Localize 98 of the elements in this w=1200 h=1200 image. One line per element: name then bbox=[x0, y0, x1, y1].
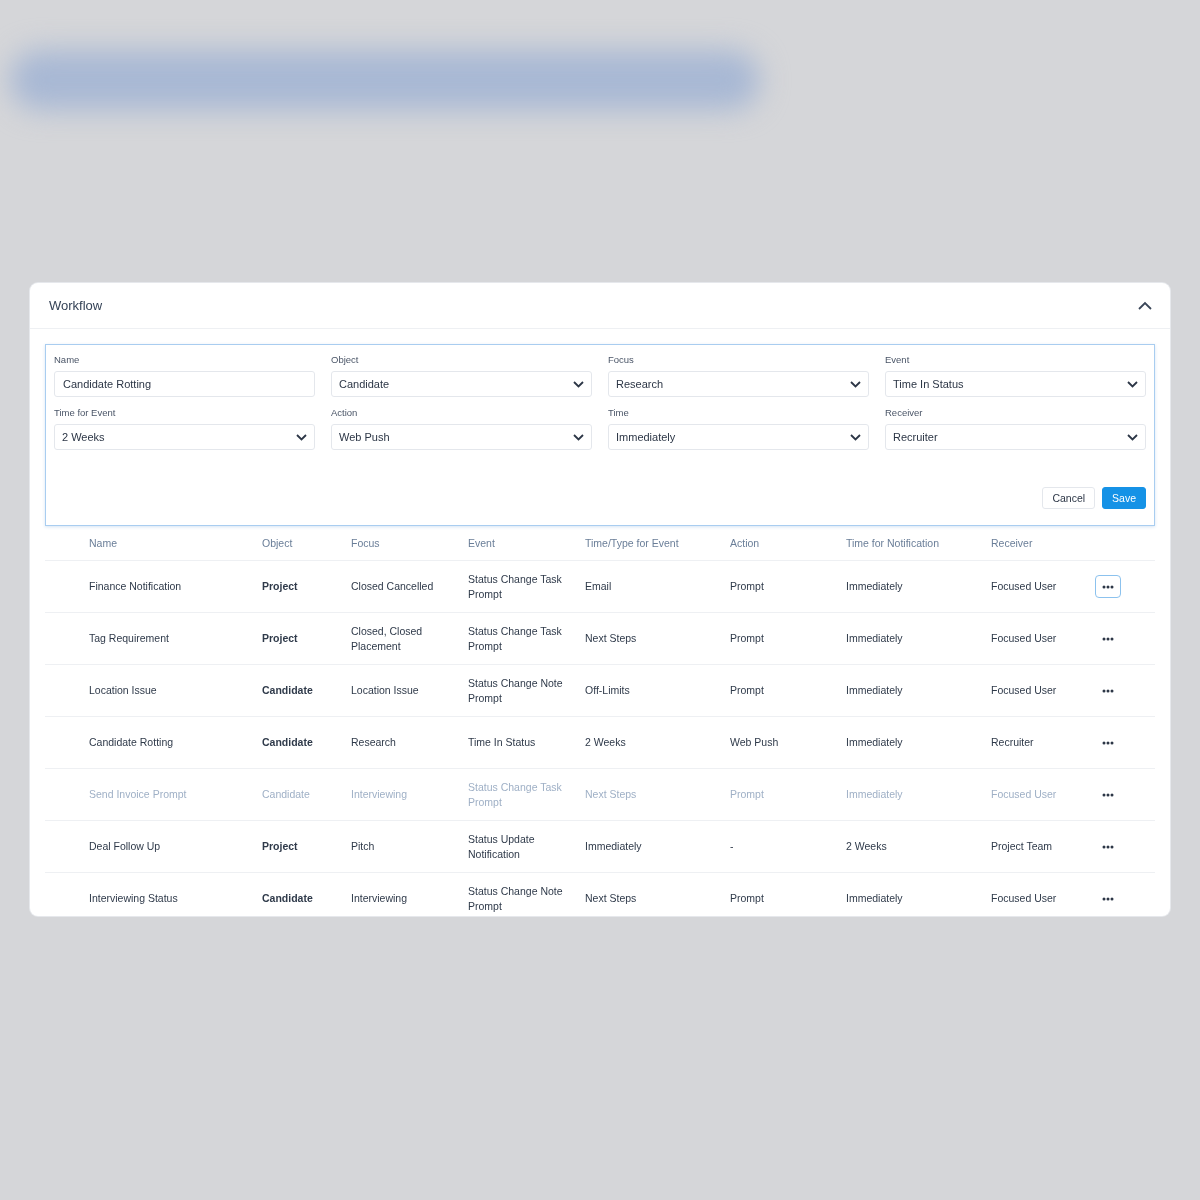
field-label: Time bbox=[608, 407, 630, 418]
select-field[interactable]: 2 Weeks bbox=[54, 424, 315, 450]
table-cell-text: Next Steps bbox=[585, 631, 638, 646]
table-cell-text: Project bbox=[262, 631, 299, 646]
field-label: Object bbox=[331, 354, 360, 365]
table-cell-text: Closed, Closed Placement bbox=[351, 623, 424, 654]
chevron-down-icon bbox=[850, 433, 861, 441]
table-cell-text: Location Issue bbox=[89, 683, 158, 698]
column-header: Event bbox=[468, 537, 496, 549]
chevron-down-icon bbox=[1127, 380, 1138, 388]
table-cell-text: Interviewing bbox=[351, 787, 409, 802]
table-cell-text: Interviewing bbox=[351, 891, 409, 906]
table-cell-text: Finance Notification bbox=[89, 579, 183, 594]
table-cell-text: Prompt bbox=[730, 891, 765, 906]
input-field[interactable]: Candidate Rotting bbox=[54, 371, 315, 397]
table-cell-text: Focused User bbox=[991, 891, 1058, 906]
table-cell-text: Status Change Task Prompt bbox=[468, 571, 563, 602]
table-cell-text: Project Team bbox=[991, 839, 1054, 854]
select-field[interactable]: Time In Status bbox=[885, 371, 1146, 397]
table-cell-text: Email bbox=[585, 579, 613, 594]
field-label: Time for Event bbox=[54, 407, 117, 418]
table-cell-text: Focused User bbox=[991, 787, 1058, 802]
more-dots-icon bbox=[1102, 636, 1114, 641]
table-cell-text: 2 Weeks bbox=[846, 839, 888, 854]
table-cell-text: Project bbox=[262, 839, 299, 854]
table-cell-text: - bbox=[730, 839, 735, 854]
table-cell-text: Prompt bbox=[730, 579, 765, 594]
table-cell-text: Tag Requirement bbox=[89, 631, 170, 646]
table-cell-text: Immediately bbox=[585, 839, 643, 854]
table-cell-text: Immediately bbox=[846, 683, 904, 698]
table-cell-text: Next Steps bbox=[585, 787, 638, 802]
chevron-down-icon bbox=[1127, 433, 1138, 441]
collapse-chevron-icon[interactable] bbox=[1138, 301, 1152, 310]
table-cell-text: Prompt bbox=[730, 683, 765, 698]
table-cell-text: Focused User bbox=[991, 683, 1058, 698]
more-dots-icon bbox=[1102, 688, 1114, 693]
field-label: Focus bbox=[608, 354, 635, 365]
more-options-button[interactable] bbox=[1095, 575, 1121, 598]
table-cell-text: Prompt bbox=[730, 787, 765, 802]
table-cell-text: Prompt bbox=[730, 631, 765, 646]
field-label: Event bbox=[885, 354, 911, 365]
table-cell-text: Interviewing Status bbox=[89, 891, 179, 906]
field-label: Receiver bbox=[885, 407, 924, 418]
table-cell-text: Deal Follow Up bbox=[89, 839, 162, 854]
chevron-down-icon bbox=[850, 380, 861, 388]
select-field[interactable]: Web Push bbox=[331, 424, 592, 450]
column-header: Receiver bbox=[991, 537, 1034, 549]
table-cell-text: Pitch bbox=[351, 839, 376, 854]
table-cell-text: Location Issue bbox=[351, 683, 420, 698]
table-cell-text: Web Push bbox=[730, 735, 780, 750]
more-dots-icon bbox=[1102, 844, 1114, 849]
table-cell-text: Candidate bbox=[262, 787, 311, 802]
table-cell-text: Research bbox=[351, 735, 397, 750]
table-cell-text: Send Invoice Prompt bbox=[89, 787, 188, 802]
more-dots-icon bbox=[1102, 896, 1114, 901]
table-cell-text: Status Change Task Prompt bbox=[468, 779, 563, 810]
table-cell-text: Status Change Note Prompt bbox=[468, 675, 564, 706]
more-dots-icon bbox=[1102, 740, 1114, 745]
table-cell-text: Next Steps bbox=[585, 891, 638, 906]
select-field[interactable]: Candidate bbox=[331, 371, 592, 397]
column-header: Object bbox=[262, 537, 294, 549]
column-header: Focus bbox=[351, 537, 381, 549]
table-cell-text: Recruiter bbox=[991, 735, 1035, 750]
table-cell-text: Immediately bbox=[846, 787, 904, 802]
column-header: Action bbox=[730, 537, 761, 549]
table-cell-text: Focused User bbox=[991, 631, 1058, 646]
chevron-down-icon bbox=[573, 433, 584, 441]
table-cell-text: Closed Cancelled bbox=[351, 579, 435, 594]
table-cell-text: Time In Status bbox=[468, 735, 537, 750]
table-cell-text: Status Change Note Prompt bbox=[468, 883, 564, 914]
panel-title: Workflow bbox=[49, 298, 103, 313]
table-cell-text: Status Change Task Prompt bbox=[468, 623, 563, 654]
field-label: Name bbox=[54, 354, 81, 365]
select-field[interactable]: Recruiter bbox=[885, 424, 1146, 450]
table-cell-text: Off-Limits bbox=[585, 683, 631, 698]
table-cell-text: Status Update Notification bbox=[468, 831, 536, 862]
table-cell-text: Candidate bbox=[262, 891, 314, 906]
table-cell-text: Project bbox=[262, 579, 299, 594]
column-header: Time for Notification bbox=[846, 537, 940, 549]
field-label: Action bbox=[331, 407, 359, 418]
select-field[interactable]: Immediately bbox=[608, 424, 869, 450]
more-dots-icon bbox=[1102, 584, 1114, 589]
cancel-button[interactable]: Cancel bbox=[1042, 487, 1096, 509]
column-header: Name bbox=[89, 537, 118, 549]
column-header: Time/Type for Event bbox=[585, 537, 680, 549]
table-cell-text: Focused User bbox=[991, 579, 1058, 594]
table-cell-text: Immediately bbox=[846, 579, 904, 594]
table-cell-text: Candidate bbox=[262, 735, 314, 750]
table-cell-text: Immediately bbox=[846, 891, 904, 906]
table-cell-text: Immediately bbox=[846, 631, 904, 646]
select-field[interactable]: Research bbox=[608, 371, 869, 397]
chevron-down-icon bbox=[296, 433, 307, 441]
chevron-down-icon bbox=[573, 380, 584, 388]
table-cell-text: Candidate Rotting bbox=[89, 735, 175, 750]
table-cell-text: Candidate bbox=[262, 683, 314, 698]
table-cell-text: Immediately bbox=[846, 735, 904, 750]
more-dots-icon bbox=[1102, 792, 1114, 797]
table-cell-text: 2 Weeks bbox=[585, 735, 627, 750]
